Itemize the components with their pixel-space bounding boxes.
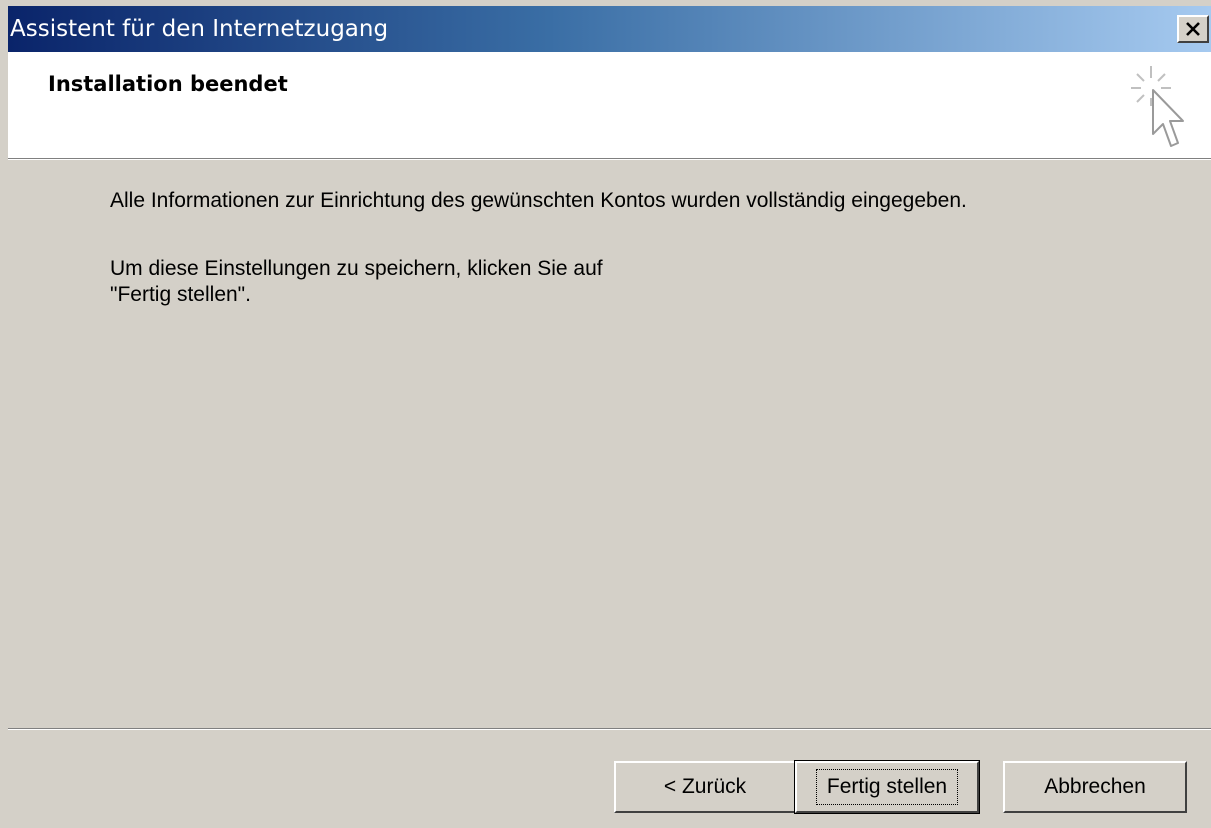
back-button-label: < Zurück [663, 775, 747, 798]
finish-button-label: Fertig stellen [815, 769, 959, 805]
back-button[interactable]: < Zurück [614, 761, 796, 813]
page-title: Installation beendet [48, 72, 288, 96]
wizard-header: Installation beendet [8, 52, 1211, 158]
wizard-content: Alle Informationen zur Einrichtung des g… [110, 188, 967, 308]
cancel-button-label: Abbrechen [1044, 775, 1146, 798]
footer-separator [8, 728, 1211, 730]
window-title: Assistent für den Internetzugang [10, 16, 389, 42]
finish-button[interactable]: Fertig stellen [794, 760, 980, 814]
close-button[interactable] [1177, 15, 1209, 43]
cancel-button[interactable]: Abbrechen [1003, 761, 1187, 813]
header-separator [8, 158, 1211, 160]
wizard-window: Assistent für den Internetzugang Install… [0, 0, 1211, 828]
info-text: Alle Informationen zur Einrichtung des g… [110, 189, 967, 212]
close-icon [1186, 22, 1200, 36]
wizard-cursor-icon [1131, 66, 1184, 147]
instruction-text-line2: "Fertig stellen". [110, 283, 251, 306]
instruction-text-line1: Um diese Einstellungen zu speichern, kli… [110, 257, 603, 280]
title-bar[interactable]: Assistent für den Internetzugang [8, 6, 1211, 52]
